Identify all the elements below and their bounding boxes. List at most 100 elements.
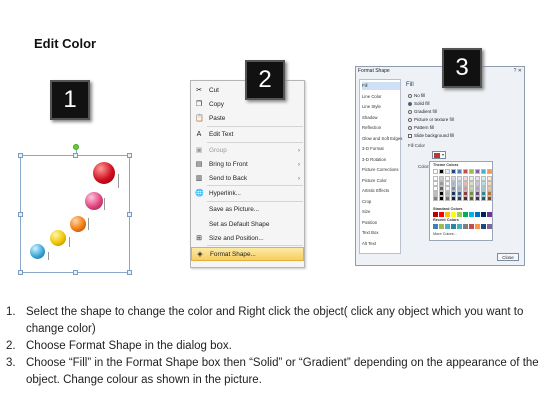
resize-handle-top-right[interactable] bbox=[127, 153, 132, 158]
instruction-step: 1. Select the shape to change the color a… bbox=[6, 304, 551, 338]
standard-color-swatch[interactable] bbox=[487, 212, 492, 217]
standard-color-swatch[interactable] bbox=[463, 212, 468, 217]
menu-item-send-to-back[interactable]: ▥ Send to Back › bbox=[191, 172, 304, 186]
resize-handle-bottom-right[interactable] bbox=[127, 270, 132, 275]
category-size[interactable]: Size bbox=[362, 208, 400, 216]
resize-handle-left[interactable] bbox=[18, 212, 23, 217]
theme-color-swatch[interactable] bbox=[487, 169, 492, 174]
theme-color-swatch[interactable] bbox=[469, 196, 474, 201]
theme-color-swatch[interactable] bbox=[445, 196, 450, 201]
standard-color-swatch[interactable] bbox=[433, 212, 438, 217]
resize-handle-bottom[interactable] bbox=[73, 270, 78, 275]
category-fill[interactable]: Fill bbox=[362, 82, 400, 90]
menu-item-format-shape[interactable]: ◈ Format Shape... bbox=[191, 247, 304, 261]
theme-color-swatch[interactable] bbox=[445, 169, 450, 174]
recent-color-swatch[interactable] bbox=[457, 224, 462, 229]
menu-item-set-as-default-shape[interactable]: Set as Default Shape bbox=[191, 218, 304, 232]
standard-color-swatch[interactable] bbox=[469, 212, 474, 217]
recent-color-swatch[interactable] bbox=[439, 224, 444, 229]
menu-item-copy[interactable]: ❐ Copy bbox=[191, 98, 304, 112]
recent-color-swatch[interactable] bbox=[475, 224, 480, 229]
radio-button[interactable] bbox=[408, 109, 412, 114]
resize-handle-top[interactable] bbox=[73, 153, 78, 158]
menu-item-save-as-picture[interactable]: Save as Picture... bbox=[191, 203, 304, 217]
theme-color-swatch[interactable] bbox=[487, 196, 492, 201]
option-gradient-fill[interactable]: Gradient fill bbox=[408, 109, 437, 114]
theme-color-swatch[interactable] bbox=[469, 169, 474, 174]
category-glow-and-soft-edges[interactable]: Glow and Soft Edges bbox=[362, 135, 402, 143]
color-label: Color: bbox=[418, 164, 430, 169]
resize-handle-top-left[interactable] bbox=[18, 153, 23, 158]
option-slide-background-fill[interactable]: Slide background fill bbox=[408, 133, 454, 138]
option-no-fill[interactable]: No fill bbox=[408, 93, 425, 98]
option-solid-fill[interactable]: Solid fill bbox=[408, 101, 430, 106]
category-line-style[interactable]: Line Style bbox=[362, 103, 400, 111]
category-picture-corrections[interactable]: Picture Corrections bbox=[362, 166, 400, 174]
theme-color-swatch[interactable] bbox=[439, 196, 444, 201]
category-position[interactable]: Position bbox=[362, 219, 400, 227]
recent-color-swatch[interactable] bbox=[445, 224, 450, 229]
recent-color-swatch[interactable] bbox=[487, 224, 492, 229]
color-picker-button[interactable]: ▾ bbox=[432, 151, 446, 159]
theme-color-swatch[interactable] bbox=[451, 196, 456, 201]
more-colors-link[interactable]: More Colors... bbox=[433, 232, 457, 236]
resize-handle-bottom-left[interactable] bbox=[18, 270, 23, 275]
menu-item-paste[interactable]: 📋 Paste bbox=[191, 112, 304, 126]
menu-item-bring-to-front[interactable]: ▤ Bring to Front › bbox=[191, 158, 304, 172]
recent-color-swatch[interactable] bbox=[469, 224, 474, 229]
recent-color-swatch[interactable] bbox=[481, 224, 486, 229]
standard-color-swatch[interactable] bbox=[475, 212, 480, 217]
format-shape-dialog: Format Shape ? ✕ Fill Line Color Line Styl… bbox=[355, 66, 525, 266]
recent-color-swatch[interactable] bbox=[451, 224, 456, 229]
option-picture-or-texture-fill[interactable]: Picture or texture fill bbox=[408, 117, 454, 122]
option-pattern-fill[interactable]: Pattern fill bbox=[408, 125, 434, 130]
standard-color-swatch[interactable] bbox=[451, 212, 456, 217]
theme-color-swatch[interactable] bbox=[463, 196, 468, 201]
standard-color-swatch[interactable] bbox=[445, 212, 450, 217]
category-reflection[interactable]: Reflection bbox=[362, 124, 400, 132]
theme-color-swatch[interactable] bbox=[475, 169, 480, 174]
dialog-controls[interactable]: ? ✕ bbox=[514, 68, 522, 74]
radio-button[interactable] bbox=[408, 117, 412, 122]
close-button[interactable]: Close bbox=[497, 253, 519, 261]
radio-button[interactable] bbox=[408, 125, 412, 130]
category-alt-text[interactable]: Alt Text bbox=[362, 240, 400, 248]
category-3-d-format[interactable]: 3-D Format bbox=[362, 145, 400, 153]
category-text-box[interactable]: Text Box bbox=[362, 229, 400, 237]
theme-color-swatch[interactable] bbox=[475, 196, 480, 201]
standard-color-swatch[interactable] bbox=[439, 212, 444, 217]
recent-color-swatch[interactable] bbox=[433, 224, 438, 229]
resize-handle-right[interactable] bbox=[127, 212, 132, 217]
radio-button[interactable] bbox=[408, 101, 412, 106]
category-crop[interactable]: Crop bbox=[362, 198, 400, 206]
checkbox[interactable] bbox=[408, 133, 412, 138]
category-shadow[interactable]: Shadow bbox=[362, 114, 400, 122]
theme-color-swatch[interactable] bbox=[433, 169, 438, 174]
category-picture-color[interactable]: Picture Color bbox=[362, 177, 400, 185]
step-badge-3: 3 bbox=[442, 48, 482, 88]
recent-color-swatch[interactable] bbox=[463, 224, 468, 229]
menu-item-size-and-position[interactable]: ⊞ Size and Position... bbox=[191, 232, 304, 246]
menu-item-hyperlink[interactable]: 🌐 Hyperlink... bbox=[191, 187, 304, 201]
theme-color-swatch[interactable] bbox=[481, 196, 486, 201]
menu-item-group[interactable]: ▣ Group › bbox=[191, 144, 304, 158]
category-3-d-rotation[interactable]: 3-D Rotation bbox=[362, 156, 400, 164]
theme-color-swatch[interactable] bbox=[451, 169, 456, 174]
theme-color-swatch[interactable] bbox=[463, 169, 468, 174]
theme-color-swatch[interactable] bbox=[457, 196, 462, 201]
standard-color-swatch[interactable] bbox=[481, 212, 486, 217]
menu-item-label: Send to Back bbox=[209, 175, 248, 182]
theme-color-swatch[interactable] bbox=[481, 169, 486, 174]
menu-item-edit-text[interactable]: A Edit Text bbox=[191, 128, 304, 142]
radio-button[interactable] bbox=[408, 93, 412, 98]
theme-color-swatch[interactable] bbox=[439, 169, 444, 174]
submenu-arrow-icon: › bbox=[298, 176, 300, 182]
standard-color-swatch[interactable] bbox=[457, 212, 462, 217]
category-artistic-effects[interactable]: Artistic Effects bbox=[362, 187, 400, 195]
dialog-title: Format Shape bbox=[358, 68, 390, 74]
theme-color-swatch[interactable] bbox=[457, 169, 462, 174]
color-palette: Theme Colors Standard Colors Recent Colo… bbox=[429, 161, 493, 241]
category-line-color[interactable]: Line Color bbox=[362, 93, 400, 101]
theme-color-swatch[interactable] bbox=[433, 196, 438, 201]
instruction-step: 2. Choose Format Shape in the dialog box. bbox=[6, 338, 551, 355]
